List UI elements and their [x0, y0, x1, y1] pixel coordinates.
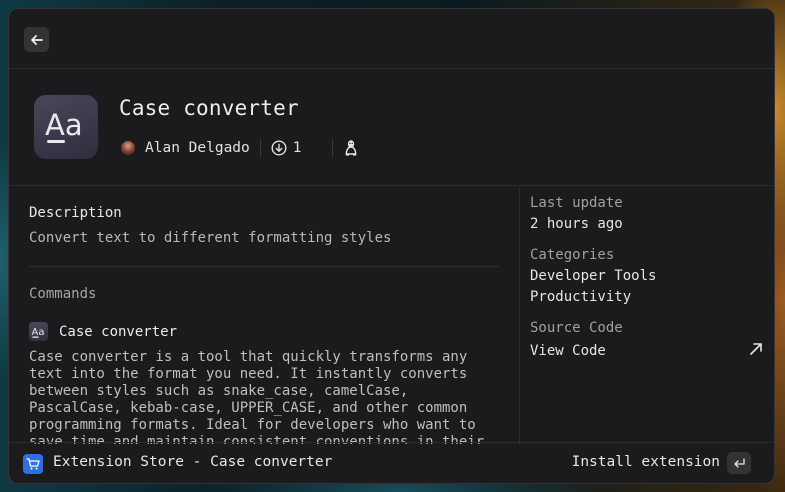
extension-content: Description Convert text to different fo…: [9, 187, 774, 444]
command-description: Case converter is a tool that quickly tr…: [29, 349, 485, 444]
author-name[interactable]: Alan Delgado: [145, 140, 250, 156]
cart-icon: [26, 458, 40, 470]
back-button[interactable]: [24, 27, 49, 52]
command-item[interactable]: Aa Case converter: [29, 322, 177, 341]
download-count: 1: [292, 140, 302, 156]
category-item[interactable]: Productivity: [530, 287, 656, 308]
linux-icon: [344, 140, 357, 156]
categories-section: Categories Developer Tools Productivity: [530, 245, 656, 308]
command-name: Case converter: [59, 323, 178, 340]
meta-divider: [331, 139, 333, 157]
category-item[interactable]: Developer Tools: [530, 266, 656, 287]
arrow-left-icon: [30, 34, 43, 45]
author-avatar: [121, 141, 135, 155]
extension-header: Aa Case converter Alan Delgado 1: [9, 69, 774, 186]
last-update-label: Last update: [530, 195, 623, 211]
extension-window: Aa Case converter Alan Delgado 1 Descrip…: [8, 8, 775, 484]
store-icon-badge: [23, 454, 43, 474]
description-text: Convert text to different formatting sty…: [29, 230, 392, 246]
extension-icon: Aa: [34, 95, 98, 159]
top-bar: [9, 9, 774, 69]
extension-meta: Alan Delgado 1: [119, 137, 359, 159]
svg-text:Aa: Aa: [32, 327, 45, 338]
icon-text: Aa: [45, 108, 83, 142]
description-heading: Description: [29, 205, 122, 221]
source-code-section: Source Code View Code: [530, 318, 623, 362]
external-link-icon[interactable]: [748, 341, 764, 357]
download-icon: [271, 140, 287, 156]
case-converter-icon: Aa: [45, 108, 83, 143]
info-sidebar: Last update 2 hours ago Categories Devel…: [519, 187, 774, 444]
extension-title: Case converter: [119, 96, 299, 120]
details-pane[interactable]: Description Convert text to different fo…: [9, 187, 519, 444]
meta-divider: [259, 139, 261, 157]
section-divider: [29, 266, 499, 267]
last-update-section: Last update 2 hours ago: [530, 193, 623, 235]
source-code-label: Source Code: [530, 320, 623, 336]
footer-bar: Extension Store - Case converter Install…: [9, 442, 774, 483]
commands-heading: Commands: [29, 286, 97, 302]
footer-title: Extension Store - Case converter: [53, 454, 333, 470]
install-extension-button[interactable]: Install extension: [572, 454, 720, 470]
enter-key-hint[interactable]: [727, 452, 751, 474]
last-update-value: 2 hours ago: [530, 216, 623, 232]
command-icon: Aa: [29, 322, 48, 341]
case-converter-icon: Aa: [32, 327, 45, 338]
categories-label: Categories: [530, 247, 615, 263]
view-code-link[interactable]: View Code: [530, 341, 623, 362]
return-key-icon: [734, 458, 745, 468]
